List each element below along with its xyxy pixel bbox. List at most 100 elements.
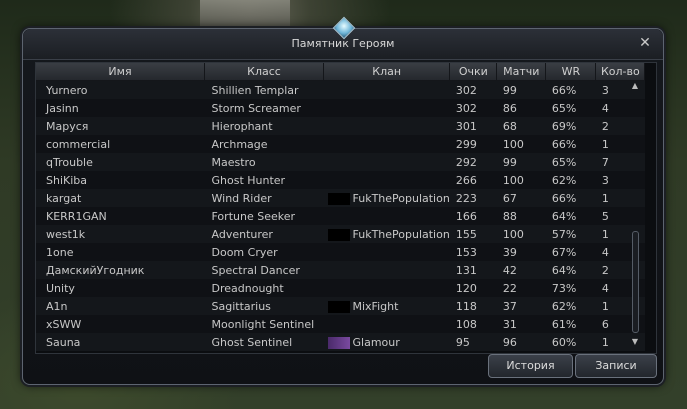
points-cell: 153 [449, 243, 497, 261]
player-name-cell-text: qTrouble [46, 155, 93, 169]
table-body: Yurnero Shillien Templar 302 99 66% 3 Jasinn St… [36, 80, 645, 351]
table-scrollbar[interactable]: ▲ ▼ [629, 81, 641, 349]
winrate-cell: 66% [545, 80, 596, 99]
points-cell: 166 [449, 207, 497, 225]
player-name-cell: xSWW [36, 315, 205, 333]
winrate-cell: 60% [545, 333, 596, 351]
player-name-cell: A1n [36, 297, 205, 315]
scroll-thumb[interactable] [632, 231, 639, 333]
table-row[interactable]: ShiKiba Ghost Hunter 266 100 62% 3 [36, 171, 645, 189]
class-cell: Ghost Sentinel [204, 333, 324, 351]
matches-cell-text: 99 [502, 83, 517, 97]
clan-cell: FukThePopulation [323, 189, 450, 207]
points-cell-text: 292 [455, 155, 477, 169]
matches-cell: 67 [496, 189, 546, 207]
clan-cell [323, 207, 450, 225]
column-header-class[interactable]: Класс [204, 63, 324, 81]
count-cell-text: 4 [601, 245, 609, 259]
points-cell-text: 302 [455, 101, 477, 115]
column-header-points[interactable]: Очки [449, 63, 498, 81]
count-cell-text: 1 [601, 191, 609, 205]
scroll-down-icon[interactable]: ▼ [629, 337, 641, 347]
count-cell-text: 7 [601, 155, 609, 169]
player-name-cell: Jasinn [36, 99, 205, 117]
player-name-cell-text: commercial [46, 137, 111, 151]
clan-cell [323, 117, 450, 135]
table-row[interactable]: A1n Sagittarius MixFight 118 37 62% 1 [36, 297, 645, 315]
records-button[interactable]: Записи [575, 354, 657, 378]
winrate-cell-text: 66% [551, 191, 577, 205]
window-titlebar[interactable]: Памятник Героям ✕ [23, 16, 663, 60]
matches-cell-text: 67 [502, 191, 517, 205]
player-name-cell-text: 1one [46, 245, 74, 259]
window-title: Памятник Героям [291, 37, 395, 50]
clan-crest-icon [327, 192, 350, 205]
column-header-wr[interactable]: WR [545, 63, 597, 81]
player-name-cell: qTrouble [36, 153, 205, 171]
points-cell-text: 223 [455, 191, 477, 205]
count-cell-text: 2 [601, 263, 609, 277]
player-name-cell: KERR1GAN [36, 207, 205, 225]
matches-cell-text: 37 [502, 299, 517, 313]
class-cell: Moonlight Sentinel [204, 315, 324, 333]
winrate-cell: 65% [545, 99, 596, 117]
table-row[interactable]: west1k Adventurer FukThePopulation 155 100 57… [36, 225, 645, 243]
points-cell-text: 120 [455, 281, 477, 295]
table-header-row: Имя Класс Клан Очки Матчи WR Кол-во [36, 63, 646, 81]
class-cell: Doom Cryer [204, 243, 324, 261]
clan-cell-text: Glamour [352, 335, 400, 349]
history-button[interactable]: История [488, 354, 573, 378]
class-cell: Ghost Hunter [204, 171, 324, 189]
matches-cell: 96 [496, 333, 546, 351]
clan-cell [323, 80, 450, 99]
heroes-table: Имя Класс Клан Очки Матчи WR Кол-во Yurn… [36, 63, 646, 351]
matches-cell-text: 86 [502, 101, 517, 115]
count-cell-text: 1 [601, 137, 609, 151]
heroes-table-container: Имя Класс Клан Очки Матчи WR Кол-во Yurn… [35, 62, 657, 354]
table-row[interactable]: Sauna Ghost Sentinel Glamour 95 96 60% 1 [36, 333, 645, 351]
player-name-cell: west1k [36, 225, 205, 243]
table-row[interactable]: Маруся Hierophant 301 68 69% 2 [36, 117, 645, 135]
table-row[interactable]: xSWW Moonlight Sentinel 108 31 61% 6 [36, 315, 645, 333]
column-header-count[interactable]: Кол-во [595, 63, 646, 81]
player-name-cell-text: Unity [46, 281, 75, 295]
player-name-cell-text: ДамскийУгодник [46, 263, 145, 277]
clan-cell [323, 261, 450, 279]
winrate-cell-text: 65% [551, 155, 577, 169]
winrate-cell-text: 67% [551, 245, 577, 259]
class-cell: Wind Rider [204, 189, 324, 207]
column-header-matches[interactable]: Матчи [496, 63, 547, 81]
winrate-cell-text: 66% [551, 137, 577, 151]
column-header-name[interactable]: Имя [36, 63, 205, 81]
count-cell-text: 6 [601, 317, 609, 331]
scroll-up-icon[interactable]: ▲ [629, 81, 641, 91]
count-cell-text: 2 [601, 119, 609, 133]
heroes-monument-window: Памятник Героям ✕ Имя Класс Клан Очки Ма… [22, 16, 664, 385]
table-row[interactable]: Jasinn Storm Screamer 302 86 65% 4 [36, 99, 645, 117]
points-cell: 301 [449, 117, 497, 135]
clan-cell [323, 99, 450, 117]
table-row[interactable]: Yurnero Shillien Templar 302 99 66% 3 [36, 80, 645, 99]
matches-cell: 37 [496, 297, 546, 315]
winrate-cell-text: 57% [551, 227, 577, 241]
table-row[interactable]: KERR1GAN Fortune Seeker 166 88 64% 5 [36, 207, 645, 225]
points-cell: 155 [449, 225, 497, 243]
winrate-cell: 66% [545, 135, 596, 153]
table-row[interactable]: Unity Dreadnought 120 22 73% 4 [36, 279, 645, 297]
class-cell-text: Shillien Templar [211, 83, 299, 97]
winrate-cell: 62% [545, 171, 596, 189]
table-row[interactable]: kargat Wind Rider FukThePopulation 223 67 66%… [36, 189, 645, 207]
table-row[interactable]: 1one Doom Cryer 153 39 67% 4 [36, 243, 645, 261]
column-header-clan[interactable]: Клан [323, 63, 451, 81]
close-button[interactable]: ✕ [637, 35, 653, 51]
player-name-cell-text: Маруся [46, 119, 89, 133]
table-row[interactable]: commercial Archmage 299 100 66% 1 [36, 135, 645, 153]
class-cell-text: Spectral Dancer [211, 263, 300, 277]
class-cell-text: Wind Rider [211, 191, 272, 205]
player-name-cell: commercial [36, 135, 205, 153]
table-row[interactable]: ДамскийУгодник Spectral Dancer 131 42 64% 2 [36, 261, 645, 279]
table-row[interactable]: qTrouble Maestro 292 99 65% 7 [36, 153, 645, 171]
matches-cell: 31 [496, 315, 546, 333]
count-cell-text: 3 [601, 83, 609, 97]
class-cell-text: Adventurer [211, 227, 273, 241]
